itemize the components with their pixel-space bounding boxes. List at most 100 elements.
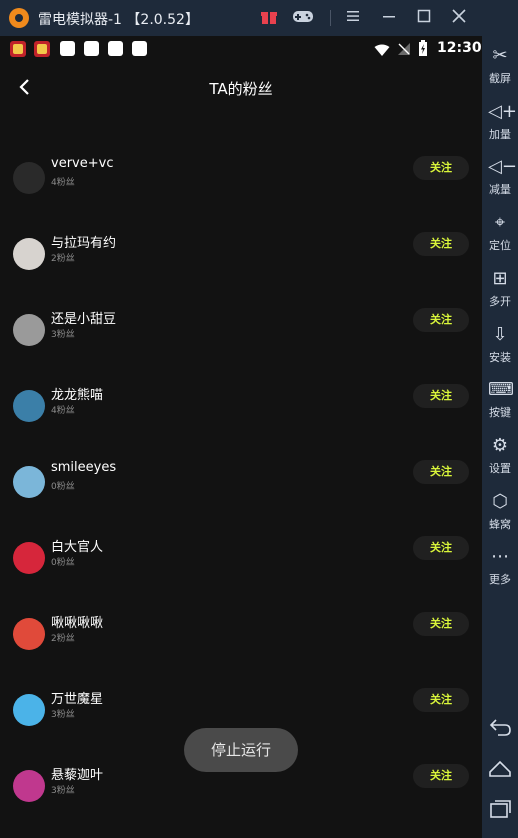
scissors-icon: ✂ bbox=[492, 45, 508, 66]
toolbar-item-label: 定位 bbox=[489, 239, 511, 253]
notification-icon bbox=[60, 41, 75, 56]
minimize-icon[interactable] bbox=[378, 8, 400, 28]
avatar[interactable] bbox=[13, 542, 45, 574]
notification-icon bbox=[132, 41, 147, 56]
location-icon: ⌖ bbox=[494, 212, 506, 234]
toast-message: 停止运行 bbox=[184, 728, 298, 772]
back-icon[interactable] bbox=[488, 716, 512, 738]
follow-button[interactable]: 关注 bbox=[413, 156, 469, 180]
follow-button[interactable]: 关注 bbox=[413, 688, 469, 712]
follower-row[interactable]: 啾啾啾啾 2粉丝 关注 bbox=[0, 610, 482, 666]
follower-name: 悬藜迦叶 bbox=[51, 768, 104, 783]
avatar[interactable] bbox=[13, 466, 45, 498]
toolbar-item-keyboard[interactable]: ⌨ 按键 bbox=[482, 374, 518, 430]
toolbar-item-gear[interactable]: ⚙ 设置 bbox=[482, 430, 518, 486]
status-bar: 12:30 bbox=[0, 36, 482, 62]
emulator-window: 雷电模拟器-1 【2.0.52】 12:30 TA的粉丝 verve+vc 4粉… bbox=[0, 0, 518, 838]
more-icon: ⋯ bbox=[491, 546, 509, 568]
follower-row[interactable]: 龙龙熊喵 4粉丝 关注 bbox=[0, 382, 482, 438]
apk-install-icon: ⇩ bbox=[492, 323, 508, 345]
toolbar-item-label: 按键 bbox=[489, 406, 511, 420]
follower-name: 与拉玛有约 bbox=[51, 236, 117, 251]
volume-up-icon: ◁+ bbox=[488, 100, 517, 122]
page-header: TA的粉丝 bbox=[0, 62, 482, 114]
follower-name: smileeyes bbox=[51, 460, 117, 475]
home-icon[interactable] bbox=[488, 758, 512, 780]
follower-row[interactable]: 白大官人 0粉丝 关注 bbox=[0, 534, 482, 590]
toolbar-item-label: 安装 bbox=[489, 350, 511, 364]
toolbar-item-label: 减量 bbox=[489, 183, 511, 197]
emulator-toolbar: ✂ 截屏 ◁+ 加量 ◁− 减量 ⌖ 定位 ⊞ 多开 ⇩ 安装 ⌨ 按键 ⚙ 设置 ⬡ 蜂窝 ⋯ 更多 bbox=[482, 0, 518, 838]
no-signal-icon bbox=[397, 41, 411, 60]
follower-name: 白大官人 bbox=[51, 540, 104, 555]
notification-icon bbox=[108, 41, 123, 56]
toolbar-item-label: 加量 bbox=[489, 127, 511, 141]
follower-name: verve+vc bbox=[51, 156, 114, 171]
follower-row[interactable]: smileeyes 0粉丝 关注 bbox=[0, 458, 482, 514]
avatar[interactable] bbox=[13, 694, 45, 726]
keyboard-icon: ⌨ bbox=[488, 379, 514, 401]
wifi-icon bbox=[374, 42, 390, 61]
notification-app-icon bbox=[34, 41, 50, 57]
avatar[interactable] bbox=[13, 618, 45, 650]
follower-row[interactable]: 与拉玛有约 2粉丝 关注 bbox=[0, 230, 482, 286]
window-title: 雷电模拟器-1 【2.0.52】 bbox=[38, 12, 199, 28]
follower-row[interactable]: verve+vc 4粉丝 关注 bbox=[0, 154, 482, 210]
toolbar-item-label: 多开 bbox=[489, 294, 511, 308]
toolbar-item-label: 蜂窝 bbox=[489, 517, 511, 531]
follow-button[interactable]: 关注 bbox=[413, 232, 469, 256]
volume-down-icon: ◁− bbox=[488, 156, 517, 178]
follower-fan-count: 3粉丝 bbox=[51, 330, 75, 340]
page-title: TA的粉丝 bbox=[209, 80, 273, 98]
toolbar-item-more[interactable]: ⋯ 更多 bbox=[482, 541, 518, 597]
follow-button[interactable]: 关注 bbox=[413, 460, 469, 484]
gamepad-icon[interactable] bbox=[292, 8, 314, 28]
follower-name: 还是小甜豆 bbox=[51, 312, 117, 327]
follow-button[interactable]: 关注 bbox=[413, 612, 469, 636]
follower-fan-count: 2粉丝 bbox=[51, 254, 75, 264]
recents-icon[interactable] bbox=[488, 798, 512, 820]
avatar[interactable] bbox=[13, 314, 45, 346]
battery-charging-icon bbox=[418, 40, 428, 61]
toolbar-item-location[interactable]: ⌖ 定位 bbox=[482, 207, 518, 263]
gift-icon[interactable] bbox=[258, 8, 280, 28]
gear-icon: ⚙ bbox=[491, 434, 509, 456]
notification-app-icon bbox=[10, 41, 26, 57]
toolbar-item-apk-install[interactable]: ⇩ 安装 bbox=[482, 319, 518, 375]
follower-row[interactable]: 还是小甜豆 3粉丝 关注 bbox=[0, 306, 482, 362]
follower-name: 啾啾啾啾 bbox=[51, 616, 104, 631]
follower-fan-count: 3粉丝 bbox=[51, 786, 75, 796]
follow-button[interactable]: 关注 bbox=[413, 308, 469, 332]
avatar[interactable] bbox=[13, 390, 45, 422]
maximize-icon[interactable] bbox=[413, 8, 435, 28]
toolbar-item-volume-down[interactable]: ◁− 减量 bbox=[482, 151, 518, 207]
follow-button[interactable]: 关注 bbox=[413, 384, 469, 408]
follower-fan-count: 4粉丝 bbox=[51, 178, 75, 188]
follower-fan-count: 0粉丝 bbox=[51, 558, 75, 568]
follower-fan-count: 2粉丝 bbox=[51, 634, 75, 644]
close-icon[interactable] bbox=[448, 8, 470, 28]
toolbar-item-scissors[interactable]: ✂ 截屏 bbox=[482, 40, 518, 96]
avatar[interactable] bbox=[13, 162, 45, 194]
toolbar-item-label: 截屏 bbox=[489, 72, 511, 85]
notification-icon bbox=[84, 41, 99, 56]
follow-button[interactable]: 关注 bbox=[413, 536, 469, 560]
follower-fan-count: 4粉丝 bbox=[51, 406, 75, 416]
menu-icon[interactable] bbox=[342, 8, 364, 28]
toolbar-item-volume-up[interactable]: ◁+ 加量 bbox=[482, 96, 518, 152]
follower-fan-count: 3粉丝 bbox=[51, 710, 75, 720]
beehive-icon: ⬡ bbox=[492, 490, 508, 512]
emulator-logo-icon bbox=[9, 8, 29, 28]
follower-name: 龙龙熊喵 bbox=[51, 388, 104, 403]
follow-button[interactable]: 关注 bbox=[413, 764, 469, 788]
app-screen: TA的粉丝 verve+vc 4粉丝 关注 与拉玛有约 2粉丝 关注 还是小甜豆 3粉丝 关注龙… bbox=[0, 62, 482, 838]
follower-name: 万世魔星 bbox=[51, 692, 104, 707]
avatar[interactable] bbox=[13, 238, 45, 270]
toolbar-item-beehive[interactable]: ⬡ 蜂窝 bbox=[482, 486, 518, 542]
avatar[interactable] bbox=[13, 770, 45, 802]
title-separator bbox=[330, 10, 331, 26]
toolbar-item-label: 设置 bbox=[489, 461, 511, 475]
toolbar-item-multi-open[interactable]: ⊞ 多开 bbox=[482, 263, 518, 319]
title-bar: 雷电模拟器-1 【2.0.52】 bbox=[0, 0, 518, 36]
status-time: 12:30 bbox=[437, 40, 482, 56]
